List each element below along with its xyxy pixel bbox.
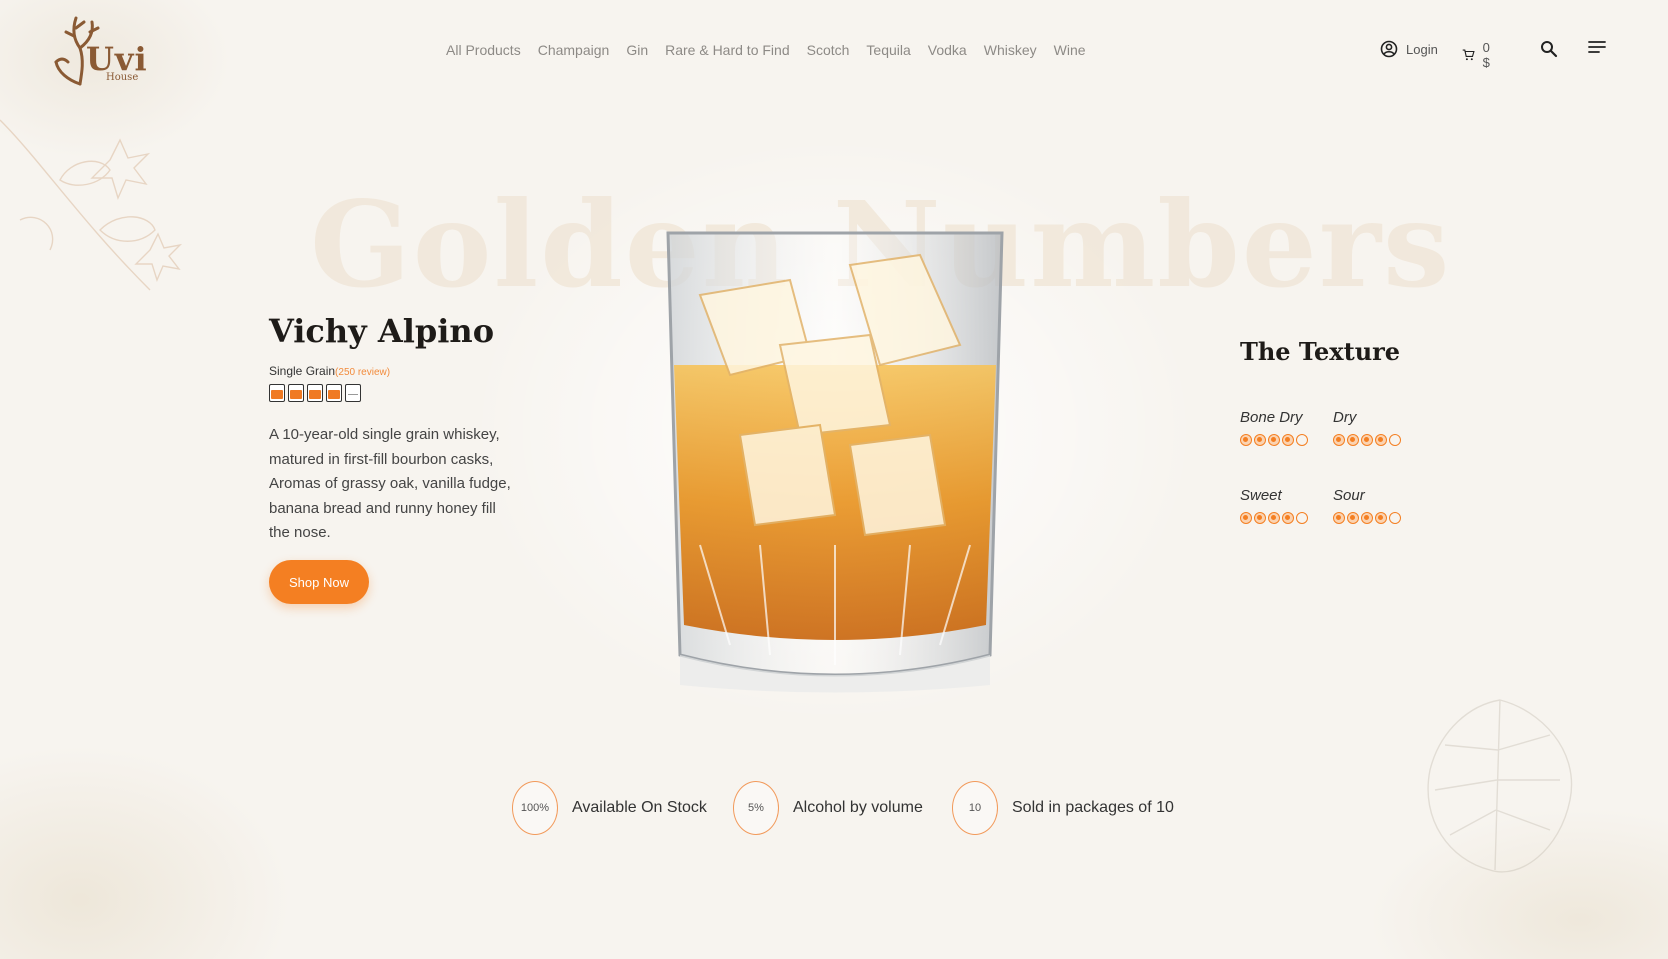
whiskey-glass-image [666,231,1004,693]
dot-filled [1375,512,1387,524]
leaf-decoration-icon [1427,699,1573,873]
rating-glass-icon [326,384,342,402]
texture-label: Bone Dry [1240,409,1303,426]
dot-filled [1347,434,1359,446]
dot-empty [1296,434,1308,446]
dot-empty [1389,434,1401,446]
stat-value-circle: 10 [952,781,998,835]
rating-glass-icon [269,384,285,402]
nav-item-champaign[interactable]: Champaign [538,42,610,58]
cart-icon [1462,49,1475,61]
product-category: Single Grain [269,364,336,378]
texture-sour: Sour [1333,487,1401,524]
product-subtitle: Single Grain(250 review) [269,364,390,378]
main-nav: All Products Champaign Gin Rare & Hard t… [446,42,1103,58]
texture-dots [1240,512,1308,524]
dot-filled [1375,434,1387,446]
stat-stock: 100% Available On Stock [512,781,707,835]
dot-filled [1361,434,1373,446]
nav-item-gin[interactable]: Gin [626,42,648,58]
texture-sweet: Sweet [1240,487,1308,524]
product-title: Vichy Alpino [269,312,495,350]
texture-dots [1333,512,1401,524]
texture-dots [1333,434,1401,446]
stat-value-circle: 5% [733,781,779,835]
stat-label: Sold in packages of 10 [1012,799,1174,816]
stat-label: Available On Stock [572,799,707,816]
dot-filled [1347,512,1359,524]
stat-abv: 5% Alcohol by volume [733,781,923,835]
rating-glass-icon [288,384,304,402]
cart-total: 0 $ [1482,40,1490,70]
nav-item-all-products[interactable]: All Products [446,42,521,58]
rating-glass-icon [307,384,323,402]
login-button[interactable]: Login [1380,40,1438,58]
nav-item-whiskey[interactable]: Whiskey [984,42,1037,58]
floral-decoration-icon [0,119,183,291]
texture-dots [1240,434,1308,446]
dot-filled [1268,434,1280,446]
dot-filled [1268,512,1280,524]
dot-filled [1282,512,1294,524]
nav-item-wine[interactable]: Wine [1054,42,1086,58]
product-description: A 10-year-old single grain whiskey, matu… [269,426,511,541]
texture-label: Sweet [1240,487,1282,504]
login-label: Login [1406,41,1438,57]
texture-dry: Dry [1333,409,1401,446]
dot-filled [1333,434,1345,446]
search-icon [1541,41,1558,58]
header: Uvi House All Products Champaign Gin Rar… [0,0,1668,100]
nav-item-scotch[interactable]: Scotch [807,42,850,58]
texture-bone-dry: Bone Dry [1240,409,1308,446]
dot-filled [1361,512,1373,524]
dot-empty [1389,512,1401,524]
user-circle-icon [1380,40,1398,58]
menu-button[interactable] [1588,40,1606,54]
review-count-link[interactable]: (250 review) [335,367,390,378]
search-button[interactable] [1540,40,1558,58]
rating-glass-empty-icon [345,384,361,402]
texture-title: The Texture [1240,337,1401,366]
dot-filled [1333,512,1345,524]
cart-button[interactable]: 0 $ [1462,40,1495,70]
shop-now-button[interactable]: Shop Now [269,560,369,604]
texture-label: Dry [1333,409,1357,426]
menu-icon [1588,41,1606,53]
dot-filled [1254,434,1266,446]
nav-item-vodka[interactable]: Vodka [928,42,967,58]
logo-subtext: House [106,72,139,83]
logo[interactable]: Uvi House [50,14,147,88]
dot-filled [1254,512,1266,524]
product-rating [269,384,361,402]
stat-packages: 10 Sold in packages of 10 [952,781,1174,835]
stat-label: Alcohol by volume [793,799,923,816]
dot-filled [1282,434,1294,446]
texture-label: Sour [1333,487,1365,504]
nav-item-tequila[interactable]: Tequila [866,42,910,58]
stat-value-circle: 100% [512,781,558,835]
dot-filled [1240,512,1252,524]
dot-empty [1296,512,1308,524]
dot-filled [1240,434,1252,446]
nav-item-rare[interactable]: Rare & Hard to Find [665,42,790,58]
